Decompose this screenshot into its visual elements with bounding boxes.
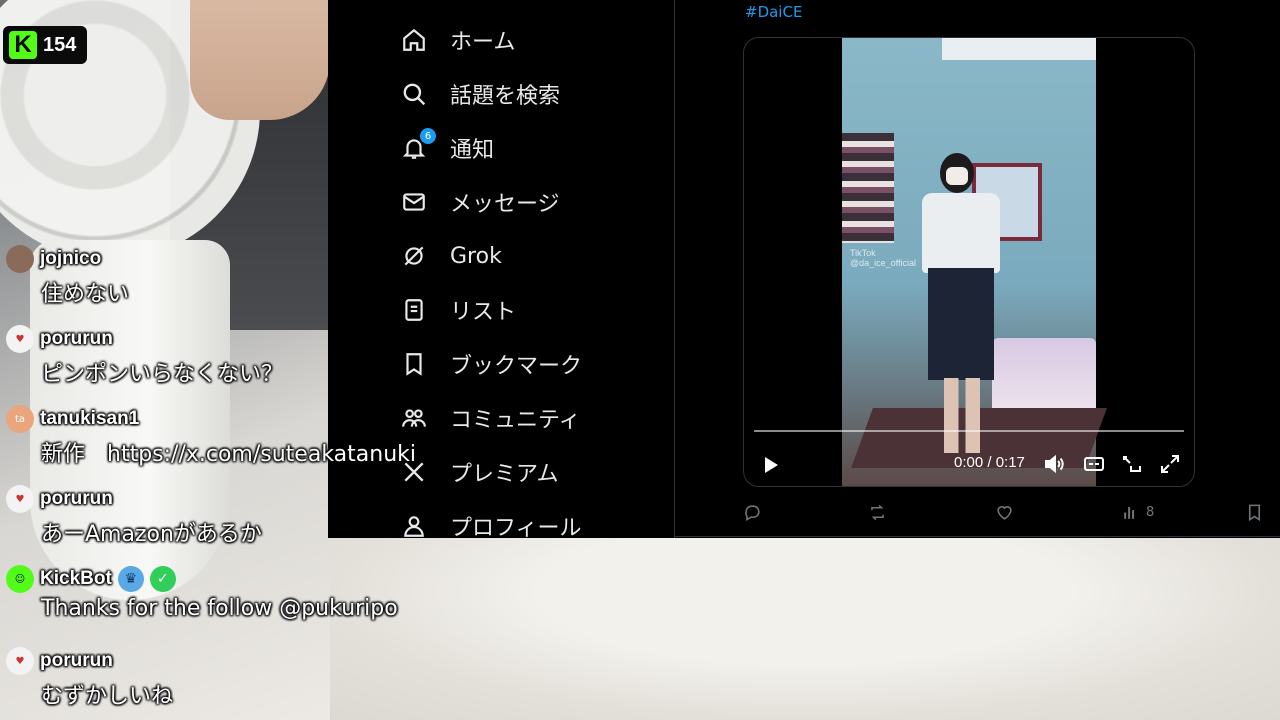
hand-image <box>190 0 330 120</box>
chat-username[interactable]: KickBot <box>40 568 112 590</box>
chat-message: ♥ porurun あーAmazonがあるか <box>6 484 262 548</box>
verified-badge-icon: ✓ <box>149 566 176 592</box>
nav-item-notifications[interactable]: 6 通知 <box>400 128 494 168</box>
play-button[interactable] <box>758 453 782 477</box>
chat-message: ♥ porurun ピンポンいらなくない？ <box>6 324 283 388</box>
avatar: ♥ <box>6 647 34 675</box>
video-frame: TikTok @da_ice_official <box>842 38 1107 486</box>
person-skirt <box>928 268 994 380</box>
video-scene-window <box>942 38 1096 60</box>
person-face <box>946 167 968 185</box>
post-action-bar: 8 <box>743 500 1263 524</box>
chat-text: 住めない <box>41 282 130 307</box>
nav-item-lists[interactable]: リスト <box>400 290 516 330</box>
nav-item-grok[interactable]: Grok <box>400 236 502 276</box>
nav-item-profile[interactable]: プロフィール <box>400 506 582 546</box>
bookmark-post-icon <box>1248 504 1261 521</box>
repost-button[interactable] <box>868 500 887 524</box>
post-bottom-border <box>675 536 1280 537</box>
nav-label-home: ホーム <box>450 30 516 55</box>
post-timeline: #DaiCE TikTok @da_ice_official 0:00 / 0:… <box>675 0 1280 538</box>
notification-count-badge: 6 <box>420 128 436 144</box>
chat-text: Thanks for the follow @pukuripo <box>41 596 398 621</box>
nav-item-explore[interactable]: 話題を検索 <box>400 74 560 114</box>
nav-label-premium: プレミアム <box>450 462 559 487</box>
captions-icon[interactable] <box>1082 452 1106 476</box>
chat-username[interactable]: porurun <box>40 488 113 510</box>
chat-text: あーAmazonがあるか <box>41 522 262 547</box>
nav-label-grok: Grok <box>450 243 502 269</box>
avatar: ta <box>6 405 34 433</box>
chat-message: ☺ KickBot ♛ ✓ Thanks for the follow @puk… <box>6 564 398 621</box>
list-icon <box>400 296 428 324</box>
watermark-line2: @da_ice_official <box>850 258 917 268</box>
x-browser-overlay: ホーム 話題を検索 6 通知 メッセージ Grok リスト ブックマーク コミュ… <box>328 0 1280 541</box>
bookmark-icon <box>400 350 428 378</box>
reply-button[interactable] <box>743 500 762 524</box>
video-controls: 0:00 / 0:17 <box>744 450 1194 480</box>
home-icon <box>400 26 428 54</box>
tiktok-watermark: TikTok @da_ice_official <box>850 248 916 268</box>
chat-message: ♥ porurun むずかしいね <box>6 646 173 710</box>
hashtag-link[interactable]: #DaiCE <box>745 3 802 21</box>
kickbot-avatar: ☺ <box>6 565 34 593</box>
person-icon <box>400 512 428 540</box>
repost-icon <box>871 504 884 520</box>
avatar <box>6 245 34 273</box>
grok-icon <box>400 242 428 270</box>
crown-badge-icon: ♛ <box>117 566 144 592</box>
avatar: ♥ <box>6 325 34 353</box>
nav-label-messages: メッセージ <box>450 192 560 217</box>
video-player[interactable]: TikTok @da_ice_official 0:00 / 0:17 <box>743 37 1195 487</box>
video-scene-tapestry <box>842 133 894 243</box>
chat-text: むずかしいね <box>41 684 174 709</box>
person-shirt <box>922 193 1000 273</box>
avatar: ♥ <box>6 485 34 513</box>
views-count: 8 <box>1146 504 1155 520</box>
cloth-background <box>330 538 1280 720</box>
views-button[interactable]: 8 <box>1121 500 1154 524</box>
nav-item-bookmarks[interactable]: ブックマーク <box>400 344 582 384</box>
bell-icon: 6 <box>400 128 436 162</box>
chat-text: 新作 https://x.com/suteakatanuki <box>41 442 416 467</box>
video-time: 0:00 / 0:17 <box>954 454 1025 471</box>
chat-username[interactable]: porurun <box>40 328 113 350</box>
nav-label-communities: コミュニティ <box>450 408 581 433</box>
chat-username[interactable]: tanukisan1 <box>40 408 139 430</box>
nav-item-communities[interactable]: コミュニティ <box>400 398 581 438</box>
nav-item-home[interactable]: ホーム <box>400 20 515 60</box>
nav-label-notifications: 通知 <box>450 138 495 163</box>
chat-message: jojnico 住めない <box>6 244 129 308</box>
nav-label-bookmarks: ブックマーク <box>450 354 583 379</box>
volume-icon[interactable] <box>1042 452 1066 476</box>
like-button[interactable] <box>995 500 1014 524</box>
reply-icon <box>745 504 760 521</box>
bookmark-post-button[interactable] <box>1245 500 1264 524</box>
views-icon <box>1124 506 1135 519</box>
person-legs <box>944 378 980 453</box>
kick-logo-icon: K <box>9 31 37 59</box>
video-progress-bar[interactable] <box>754 430 1184 432</box>
watermark-line1: TikTok <box>850 248 876 258</box>
video-scene-person <box>922 153 1002 453</box>
nav-item-premium[interactable]: プレミアム <box>400 452 558 492</box>
fullscreen-icon[interactable] <box>1158 452 1182 476</box>
chat-username[interactable]: jojnico <box>40 248 101 270</box>
nav-item-messages[interactable]: メッセージ <box>400 182 560 222</box>
nav-label-profile: プロフィール <box>450 516 582 541</box>
viewer-count: 154 <box>43 33 77 56</box>
mail-icon <box>400 188 428 216</box>
nav-label-explore: 話題を検索 <box>450 84 561 109</box>
chat-text: ピンポンいらなくない？ <box>41 362 284 387</box>
chat-username[interactable]: porurun <box>40 650 113 672</box>
picture-in-picture-icon[interactable] <box>1120 452 1144 476</box>
chat-message: ta tanukisan1 新作 https://x.com/suteakata… <box>6 404 416 468</box>
heart-icon <box>997 505 1012 520</box>
search-icon <box>400 80 428 108</box>
viewer-count-badge: K 154 <box>3 26 87 64</box>
nav-label-lists: リスト <box>450 300 517 325</box>
